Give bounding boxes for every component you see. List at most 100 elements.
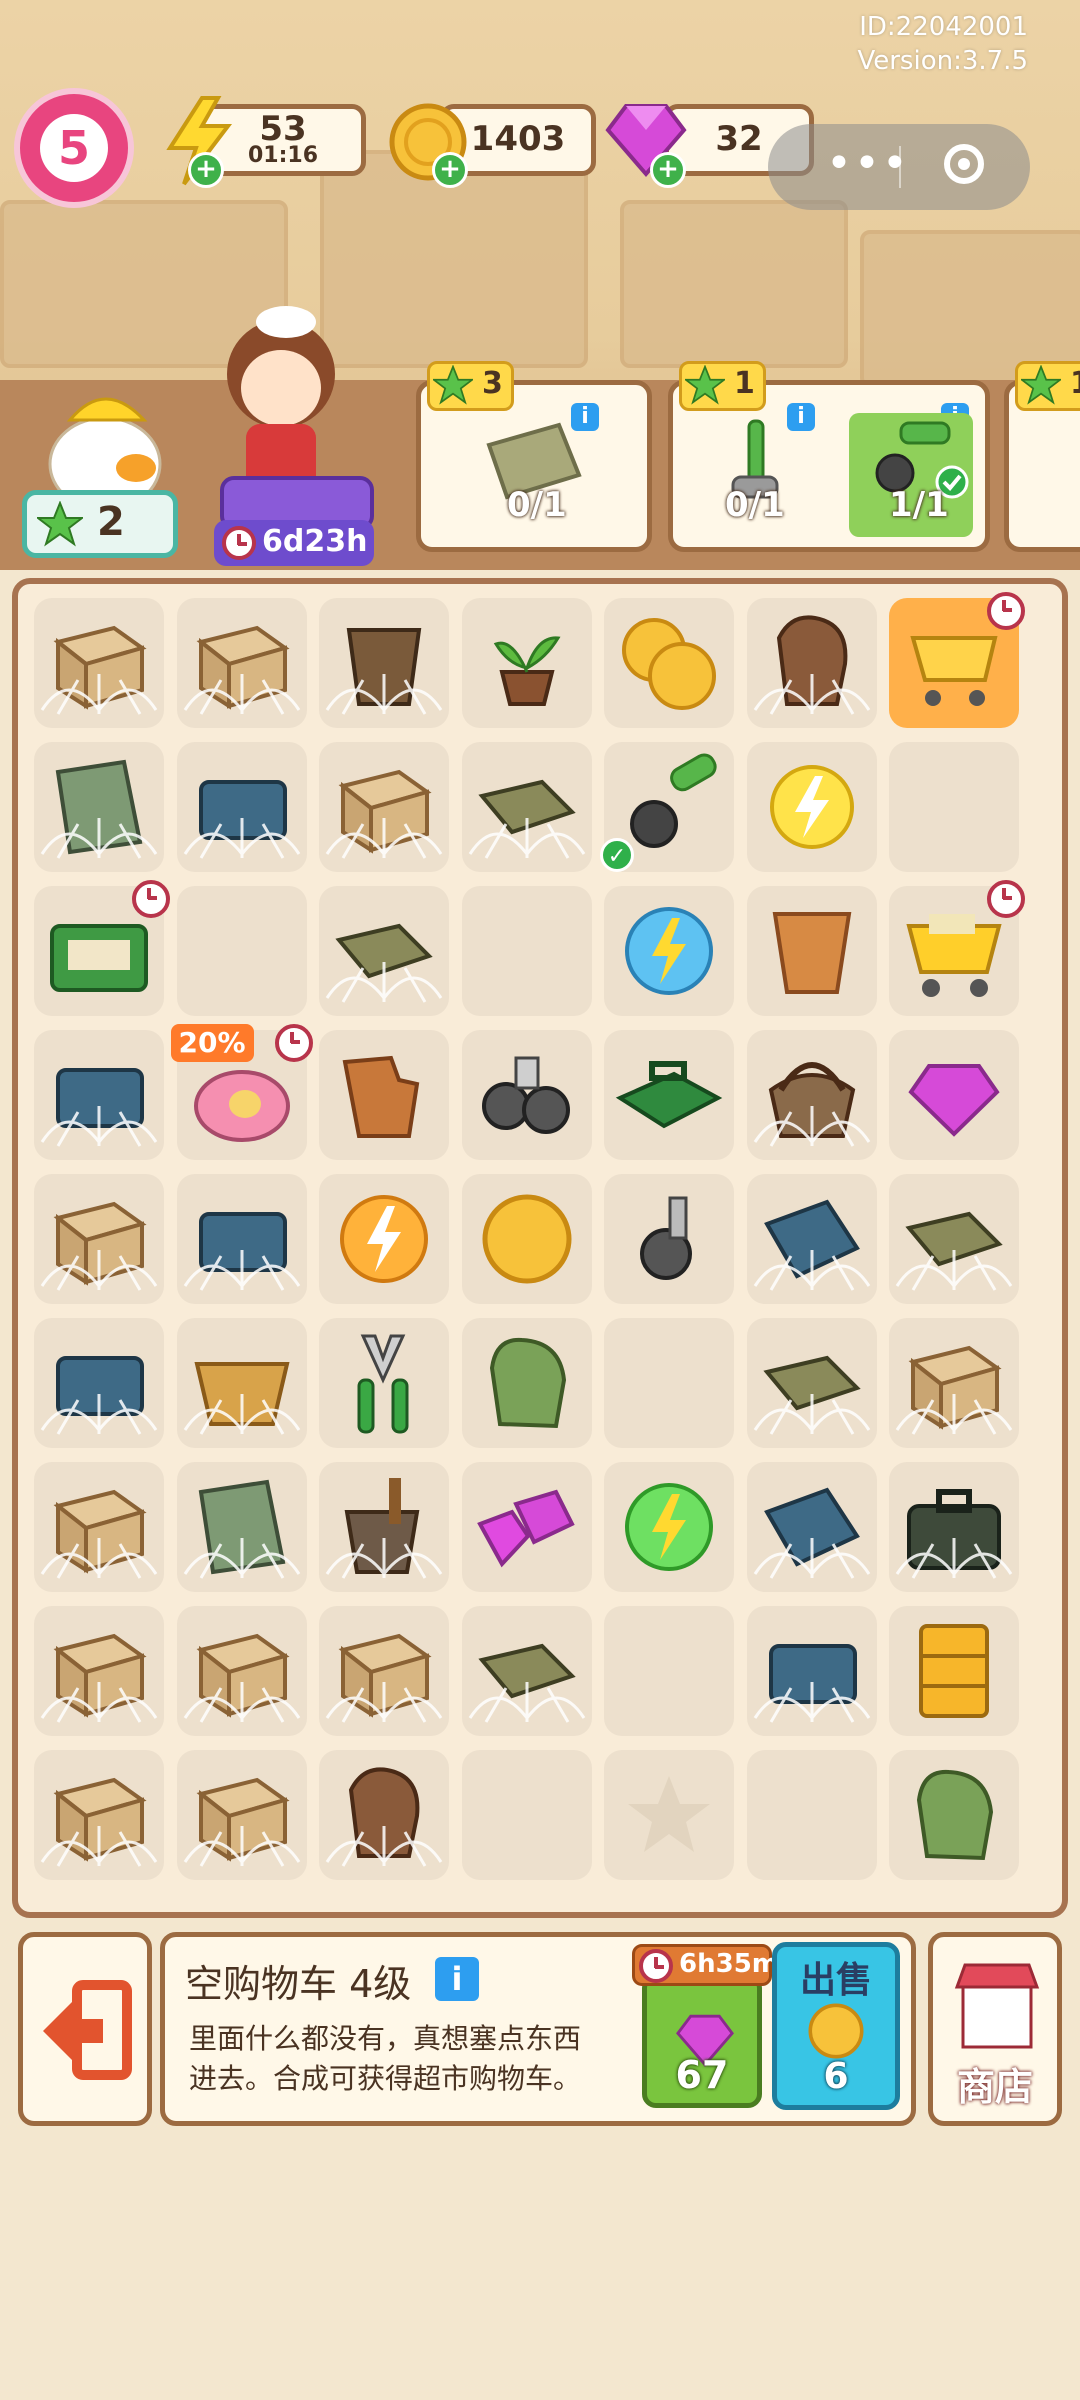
- board-cell[interactable]: [889, 742, 1019, 872]
- board-cell[interactable]: [176, 1462, 307, 1592]
- board-cell[interactable]: [34, 1174, 164, 1304]
- board-cell[interactable]: [461, 1462, 592, 1592]
- board-cell[interactable]: [34, 1030, 164, 1160]
- cobweb-icon: [751, 650, 873, 720]
- level-number: 5: [40, 114, 108, 182]
- add-coin-button[interactable]: +: [432, 152, 468, 188]
- board-cell[interactable]: [319, 1174, 449, 1304]
- cobweb-icon: [323, 650, 445, 720]
- cobweb-icon: [38, 794, 160, 864]
- glove-green-icon: [472, 1328, 582, 1438]
- board-cell[interactable]: [746, 886, 877, 1016]
- board-cell[interactable]: [889, 880, 1025, 1016]
- board-cell[interactable]: [319, 1462, 449, 1592]
- shop-icon: [954, 1963, 1040, 2049]
- sell-button[interactable]: 出售 6: [772, 1942, 900, 2110]
- board-cell[interactable]: [319, 1030, 449, 1160]
- board-cell[interactable]: [889, 1462, 1019, 1592]
- board-cell[interactable]: [34, 1462, 164, 1592]
- version-text: Version:3.7.5: [857, 46, 1028, 76]
- order-card-1[interactable]: 3 i 0/1: [416, 361, 652, 552]
- board-cell[interactable]: [746, 1462, 877, 1592]
- board-cell[interactable]: [746, 1030, 877, 1160]
- cobweb-icon: [323, 938, 445, 1008]
- order-card-2[interactable]: 1 i i 0/1 1/1: [668, 361, 990, 552]
- board-cell[interactable]: [34, 742, 164, 872]
- board-cell[interactable]: [746, 1750, 877, 1880]
- sprout-icon: [472, 608, 582, 718]
- board-cell[interactable]: [176, 1318, 307, 1448]
- board-cell[interactable]: [176, 598, 307, 728]
- shop-button[interactable]: 商店: [928, 1932, 1062, 2126]
- board-cell[interactable]: [319, 886, 449, 1016]
- item-title: 空购物车 4级: [185, 1962, 412, 2006]
- board-cell[interactable]: [746, 598, 877, 728]
- level-badge[interactable]: 5: [14, 88, 134, 208]
- close-target-icon[interactable]: [944, 144, 984, 184]
- board-cell[interactable]: [889, 1318, 1019, 1448]
- board-cell[interactable]: [319, 1750, 449, 1880]
- exit-button[interactable]: [18, 1932, 152, 2126]
- board-cell[interactable]: [889, 1174, 1019, 1304]
- board-cell[interactable]: [176, 742, 307, 872]
- stars-counter[interactable]: 2: [22, 490, 178, 558]
- board-cell[interactable]: [604, 886, 734, 1016]
- board-cell[interactable]: [604, 1462, 734, 1592]
- info-icon[interactable]: i: [435, 1957, 479, 2001]
- board-cell[interactable]: [176, 1174, 307, 1304]
- item-description: 里面什么都没有，真想塞点东西进去。合成可获得超市购物车。: [189, 2022, 582, 2095]
- board-cell[interactable]: [746, 1606, 877, 1736]
- order-card-3[interactable]: 1: [1004, 361, 1080, 552]
- board-cell[interactable]: [604, 1174, 734, 1304]
- cobweb-icon: [323, 1802, 445, 1872]
- cobweb-icon: [751, 1514, 873, 1584]
- board-cell[interactable]: [34, 1750, 164, 1880]
- board-cell[interactable]: [176, 1750, 307, 1880]
- cobweb-icon: [323, 1658, 445, 1728]
- board-cell[interactable]: [461, 742, 592, 872]
- cobweb-icon: [751, 1658, 873, 1728]
- board-cell[interactable]: [319, 1318, 449, 1448]
- board-cell[interactable]: [889, 1750, 1019, 1880]
- board-cell[interactable]: [604, 1318, 734, 1448]
- star-icon: [685, 365, 725, 405]
- board-cell[interactable]: [461, 1606, 592, 1736]
- board-cell[interactable]: [604, 1750, 734, 1880]
- board-cell[interactable]: [34, 1318, 164, 1448]
- board-cell[interactable]: [889, 592, 1025, 728]
- board-cell[interactable]: 20%: [170, 1024, 313, 1160]
- board-cell[interactable]: [461, 1750, 592, 1880]
- board-cell[interactable]: [461, 1174, 592, 1304]
- more-icon[interactable]: •••: [826, 138, 910, 189]
- board-cell[interactable]: [889, 1030, 1019, 1160]
- board-cell[interactable]: [746, 742, 877, 872]
- board-cell[interactable]: [319, 742, 449, 872]
- player-id: ID:22042001: [859, 12, 1028, 42]
- board-cell[interactable]: [34, 598, 164, 728]
- board-cell[interactable]: [319, 598, 449, 728]
- board-cell[interactable]: [746, 1318, 877, 1448]
- board-cell[interactable]: [604, 1606, 734, 1736]
- board-cell[interactable]: [34, 880, 170, 1016]
- board-cell[interactable]: ✓: [600, 742, 734, 872]
- board-cell[interactable]: [176, 886, 307, 1016]
- board-cell[interactable]: [604, 598, 734, 728]
- board-cell[interactable]: [889, 1606, 1019, 1736]
- board-cell[interactable]: [176, 1606, 307, 1736]
- buy-price: 67: [675, 2053, 729, 2097]
- board-cell[interactable]: [34, 1606, 164, 1736]
- board-cell[interactable]: [461, 598, 592, 728]
- board-cell[interactable]: [319, 1606, 449, 1736]
- board-cell[interactable]: [461, 1030, 592, 1160]
- cobweb-icon: [893, 1226, 1015, 1296]
- add-energy-button[interactable]: +: [188, 152, 224, 188]
- buy-button[interactable]: 67: [642, 1974, 762, 2108]
- board-cell[interactable]: [461, 1318, 592, 1448]
- board-cell[interactable]: [604, 1030, 734, 1160]
- add-gem-button[interactable]: +: [650, 152, 686, 188]
- clock-icon: [639, 1949, 673, 1983]
- board-cell[interactable]: [746, 1174, 877, 1304]
- bucket-clay-icon: [757, 896, 867, 1006]
- glove-green-icon: [899, 1760, 1009, 1870]
- board-cell[interactable]: [461, 886, 592, 1016]
